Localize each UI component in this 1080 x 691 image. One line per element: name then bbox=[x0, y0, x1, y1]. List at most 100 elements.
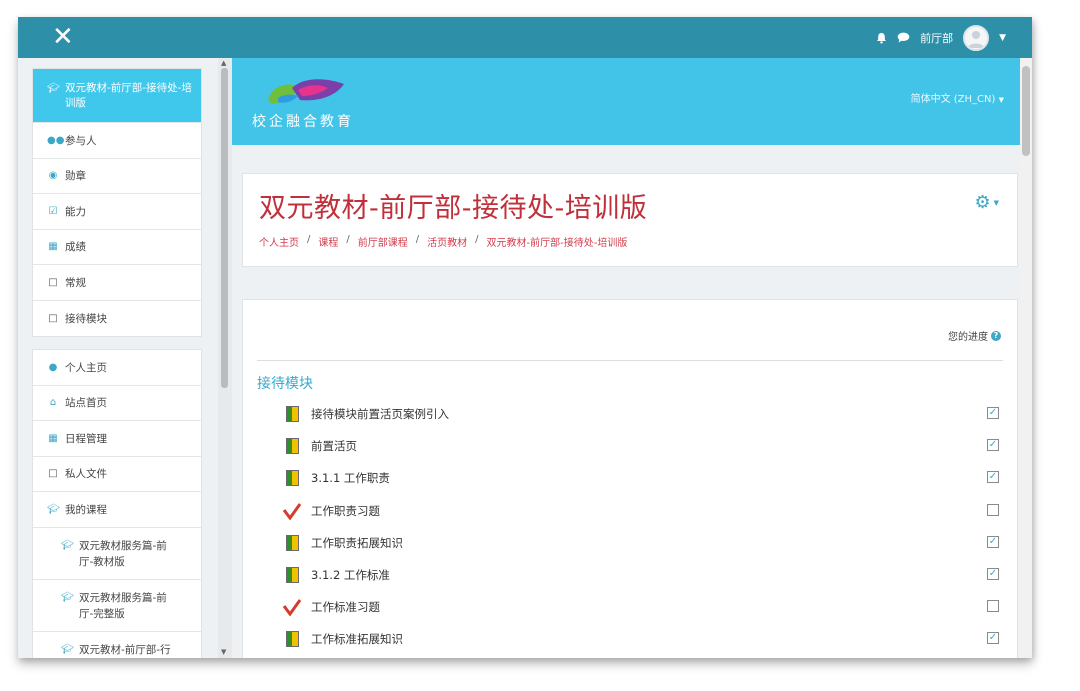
section-title[interactable]: 接待模块 bbox=[257, 373, 313, 393]
graduation-cap-icon: 🎓︎ bbox=[61, 591, 74, 603]
drawer-item-grades[interactable]: ▦ 成绩 bbox=[33, 230, 201, 265]
completion-checkbox[interactable]: ✓ bbox=[987, 439, 999, 452]
activity-item[interactable]: 3.1.2 工作标准 ✓ bbox=[283, 559, 1001, 591]
drawer-item-general[interactable]: □ 常规 bbox=[33, 265, 201, 301]
activity-name[interactable]: 前置活页 bbox=[311, 438, 357, 454]
breadcrumb: 个人主页 / 课程 / 前厅部课程 / 活页教材 / 双元教材-前厅部-接待处-… bbox=[259, 234, 627, 249]
activity-name[interactable]: 工作职责拓展知识 bbox=[311, 535, 403, 551]
completion-checkbox[interactable]: ✓ bbox=[987, 471, 999, 484]
messages-chat-icon[interactable] bbox=[897, 32, 910, 43]
completion-checkbox[interactable]: ✓ bbox=[987, 535, 999, 548]
quiz-check-icon bbox=[283, 502, 301, 520]
book-icon bbox=[283, 534, 301, 552]
course-settings-menu[interactable]: ⚙ ▼ bbox=[974, 192, 999, 213]
activity-item[interactable]: 接待模块前置活页案例引入 ✓ bbox=[283, 398, 1001, 430]
activity-item[interactable]: 工作标准拓展知识 ✓ bbox=[283, 623, 1001, 655]
main-scrollbar[interactable] bbox=[1020, 58, 1032, 658]
close-drawer-icon[interactable]: ✕ bbox=[52, 23, 74, 51]
book-icon bbox=[283, 405, 301, 423]
breadcrumb-item-dashboard[interactable]: 个人主页 bbox=[259, 234, 299, 249]
user-menu-chevron-down-icon[interactable]: ▼ bbox=[999, 33, 1006, 43]
language-selector[interactable]: 简体中文 (ZH_CN) ▼ bbox=[911, 90, 1004, 105]
competency-check-icon: ☑ bbox=[48, 205, 58, 217]
help-question-icon[interactable]: ? bbox=[991, 330, 1001, 341]
book-icon bbox=[283, 630, 301, 648]
completion-checkbox[interactable] bbox=[987, 503, 999, 516]
course-nav-list: 🎓︎ 双元教材-前厅部-接待处-培训版 ●● 参与人 ◉ 勋章 ☑ 能力 ▦ 成… bbox=[32, 68, 202, 337]
breadcrumb-item-course[interactable]: 双元教材-前厅部-接待处-培训版 bbox=[487, 234, 628, 249]
drawer-item-site-home[interactable]: ⌂ 站点首页 bbox=[33, 386, 201, 421]
drawer-item-private-files[interactable]: □ 私人文件 bbox=[33, 457, 201, 492]
drawer-item-label: 常规 bbox=[65, 276, 86, 289]
completion-checkbox[interactable]: ✓ bbox=[987, 632, 999, 645]
user-avatar[interactable] bbox=[963, 24, 990, 51]
notifications-bell-icon[interactable] bbox=[876, 32, 887, 44]
drawer-item-calendar[interactable]: ▦ 日程管理 bbox=[33, 421, 201, 457]
breadcrumb-separator: / bbox=[415, 234, 420, 245]
activity-name[interactable]: 接待模块前置活页案例引入 bbox=[311, 406, 449, 422]
course-header: 双元教材-前厅部-接待处-培训版 个人主页 / 课程 / 前厅部课程 / 活页教… bbox=[242, 173, 1018, 267]
folder-icon: □ bbox=[48, 276, 58, 288]
completion-checkbox[interactable]: ✓ bbox=[987, 567, 999, 580]
drawer-item-dashboard[interactable]: ● 个人主页 bbox=[33, 350, 201, 386]
chevron-down-icon: ▼ bbox=[993, 198, 999, 207]
breadcrumb-separator: / bbox=[346, 234, 350, 245]
drawer-item-competencies[interactable]: ☑ 能力 bbox=[33, 194, 201, 230]
breadcrumb-item-courses[interactable]: 课程 bbox=[318, 234, 338, 249]
file-icon: □ bbox=[48, 468, 58, 480]
drawer-item-label: 能力 bbox=[65, 205, 86, 218]
progress-label: 您的进度 bbox=[948, 332, 988, 343]
drawer-item-course-2[interactable]: 🎓︎ 双元教材服务篇-前厅-完整版 bbox=[33, 580, 201, 632]
drawer-item-current-course[interactable]: 🎓︎ 双元教材-前厅部-接待处-培训版 bbox=[33, 69, 201, 123]
site-logo[interactable] bbox=[258, 72, 350, 112]
activity-name[interactable]: 工作职责习题 bbox=[311, 503, 380, 519]
completion-checkbox[interactable] bbox=[987, 600, 999, 613]
gear-icon: ⚙ bbox=[974, 192, 991, 213]
calendar-icon: ▦ bbox=[48, 432, 58, 444]
drawer-item-badges[interactable]: ◉ 勋章 bbox=[33, 159, 201, 194]
site-nav-list: ● 个人主页 ⌂ 站点首页 ▦ 日程管理 □ 私人文件 🎓︎ 我的课程 🎓︎ 双 bbox=[32, 349, 202, 658]
activity-item[interactable]: 工作标准习题 bbox=[283, 591, 1001, 623]
breadcrumb-item-subcategory[interactable]: 活页教材 bbox=[427, 234, 467, 249]
graduation-cap-icon: 🎓︎ bbox=[61, 643, 74, 655]
activity-name[interactable]: 3.1.2 工作标准 bbox=[311, 567, 390, 583]
graduation-cap-icon: 🎓︎ bbox=[47, 83, 60, 94]
drawer-scrollbar[interactable]: ▲ ▼ bbox=[218, 58, 232, 658]
drawer-item-label: 个人主页 bbox=[65, 361, 107, 374]
activity-name[interactable]: 3.1.1 工作职责 bbox=[311, 470, 390, 486]
completion-checkbox[interactable]: ✓ bbox=[987, 407, 999, 419]
users-icon: ●● bbox=[47, 134, 65, 146]
drawer-item-participants[interactable]: ●● 参与人 bbox=[33, 123, 201, 159]
folder-icon: □ bbox=[48, 312, 58, 324]
site-banner: 校企融合教育 简体中文 (ZH_CN) ▼ bbox=[232, 58, 1032, 145]
drawer-item-label: 私人文件 bbox=[65, 468, 107, 481]
drawer-item-course-1[interactable]: 🎓︎ 双元教材服务篇-前厅-教材版 bbox=[33, 528, 201, 580]
scroll-down-icon[interactable]: ▼ bbox=[221, 648, 226, 656]
activity-item[interactable]: 工作职责拓展知识 ✓ bbox=[283, 527, 1001, 559]
drawer-item-label: 双元教材服务篇-前厅-完整版 bbox=[79, 591, 167, 620]
activity-name[interactable]: 工作标准习题 bbox=[311, 599, 380, 615]
drawer-item-reception-module[interactable]: □ 接待模块 bbox=[33, 301, 201, 337]
drawer-item-label: 双元教材-前厅部-接待处-培训版 bbox=[65, 82, 192, 109]
badge-icon: ◉ bbox=[48, 170, 58, 182]
drawer-item-my-courses[interactable]: 🎓︎ 我的课程 bbox=[33, 492, 201, 528]
user-name[interactable]: 前厅部 bbox=[920, 30, 953, 46]
breadcrumb-separator: / bbox=[475, 234, 479, 245]
activity-name[interactable]: 工作标准拓展知识 bbox=[311, 631, 403, 647]
grades-table-icon: ▦ bbox=[48, 241, 58, 253]
activity-item[interactable]: 前置活页 ✓ bbox=[283, 430, 1001, 462]
dashboard-icon: ● bbox=[48, 361, 58, 373]
activity-item[interactable]: 3.1.1 工作职责 ✓ bbox=[283, 462, 1001, 494]
book-icon bbox=[283, 437, 301, 455]
language-label: 简体中文 (ZH_CN) bbox=[910, 94, 996, 105]
progress-header: 您的进度 ? bbox=[948, 328, 1001, 343]
main-scroll-thumb[interactable] bbox=[1022, 66, 1030, 156]
drawer-item-label: 日程管理 bbox=[65, 432, 107, 445]
activity-item[interactable]: 工作职责习题 bbox=[283, 495, 1001, 527]
drawer-scroll-thumb[interactable] bbox=[221, 68, 228, 388]
top-navbar: ✕ 前厅部 ▼ bbox=[18, 17, 1032, 58]
activity-list: 接待模块前置活页案例引入 ✓ 前置活页 ✓ 3.1.1 工作职责 ✓ 工作职责习… bbox=[283, 398, 1001, 656]
drawer-item-course-3[interactable]: 🎓︎ 双元教材-前厅部-行 bbox=[33, 632, 201, 659]
breadcrumb-item-category[interactable]: 前厅部课程 bbox=[358, 234, 408, 249]
scroll-up-icon[interactable]: ▲ bbox=[221, 59, 226, 67]
